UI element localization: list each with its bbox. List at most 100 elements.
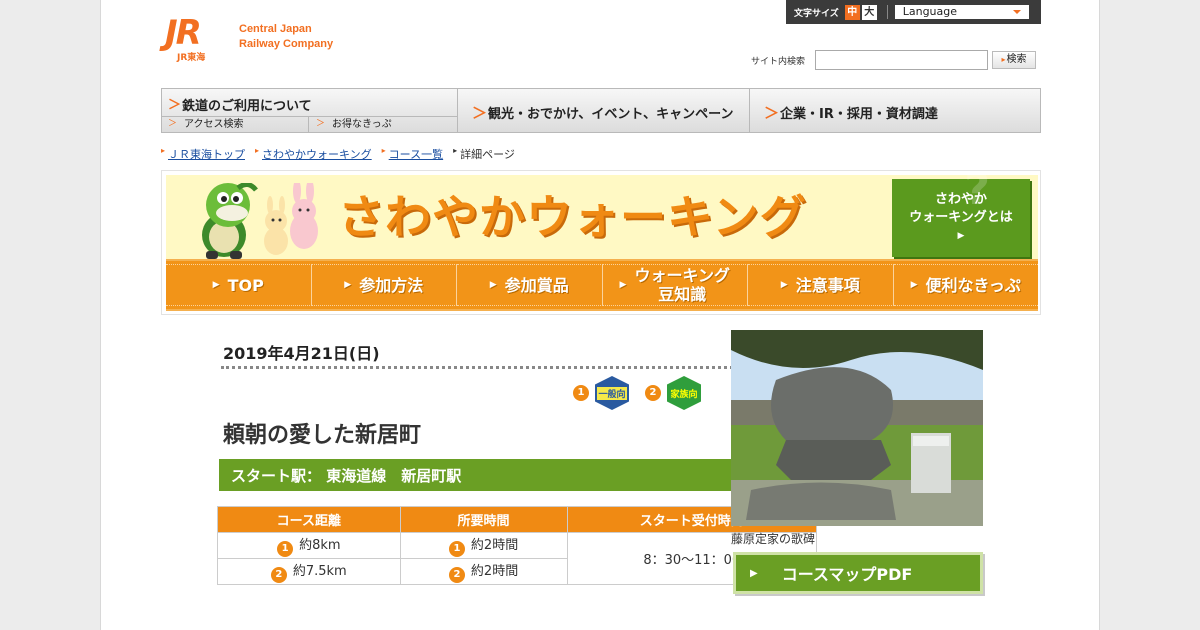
table-header-row: コース距離 所要時間 スタート受付時間 [217, 506, 818, 533]
about-walking-line1: さわやか [934, 192, 987, 207]
utility-bar: 文字サイズ 中 大 Language [786, 0, 1041, 24]
triangle-right-icon: ▶ [910, 279, 918, 290]
banner-title: さわやかウォーキング [338, 190, 807, 244]
course-title: 頼朝の愛した新居町 [223, 423, 422, 448]
divider [886, 5, 888, 19]
nav-rail: ＞ 鉄道のご利用について アクセス検索 お得なきっぷ [162, 89, 458, 132]
course-number-2: 2 [448, 567, 465, 583]
start-station: スタート駅： 東海道線 新居町駅 [219, 459, 815, 491]
dotted-divider [221, 366, 811, 369]
monument-photo [731, 330, 983, 526]
site-search-label: サイト内検索 [751, 56, 806, 67]
time-value: 約2時間 [470, 538, 519, 553]
arrow-icon: ＞ [472, 104, 488, 122]
event-date: 2019年4月21日(日) [223, 344, 380, 363]
search-button[interactable]: 検索 [992, 51, 1037, 69]
general-course-badge: 一般向 [595, 376, 629, 410]
about-walking-button[interactable]: ? さわやか ウォーキングとは ▶ [892, 164, 1030, 257]
table-row: 1 約8km 1 約2時間 8：30～11：00 [217, 532, 818, 585]
nav-corporate-label: 企業・IR・採用・資材調達 [780, 107, 938, 122]
nav-corporate[interactable]: ＞ 企業・IR・採用・資材調達 [750, 89, 1040, 132]
distance-value: 約8km [299, 538, 341, 553]
menu-prizes[interactable]: ▶ 参加賞品 [457, 264, 603, 306]
site-search: サイト内検索 検索 [751, 50, 1037, 70]
breadcrumb-link-walking[interactable]: さわやかウォーキング [262, 148, 372, 161]
question-mark-icon: ? [964, 164, 990, 215]
page: JR JR東海 Central Japan Railway Company 文字… [100, 0, 1100, 630]
menu-notes-label: 注意事項 [795, 275, 860, 295]
menu-top[interactable]: ▶ TOP [166, 264, 312, 306]
course-photo [731, 330, 983, 526]
menu-walking-tips-line1: ウォーキング [634, 266, 730, 285]
arrow-icon: ＞ [764, 104, 780, 122]
breadcrumb-link-course-list[interactable]: コース一覧 [389, 148, 443, 161]
course-badges: 1 一般向 2 家族向 [573, 376, 717, 410]
course-number-1: 1 [573, 385, 589, 401]
breadcrumb-item: さわやかウォーキング [255, 146, 372, 162]
triangle-right-icon: ▶ [750, 567, 758, 579]
global-nav: ＞ 鉄道のご利用について アクセス検索 お得なきっぷ ＞ 観光・おでかけ、イベン… [161, 88, 1041, 133]
nav-tourism-label: 観光・おでかけ、イベント、キャンペーン [488, 107, 734, 122]
breadcrumb-current: 詳細ページ [453, 146, 515, 162]
nav-access-search[interactable]: アクセス検索 [162, 117, 309, 132]
time-value: 約2時間 [470, 564, 519, 579]
nav-discount-tickets[interactable]: お得なきっぷ [310, 117, 458, 132]
company-name-line1: Central Japan [239, 23, 312, 35]
mascot-illustration [202, 183, 318, 259]
menu-tickets[interactable]: ▶ 便利なきっぷ [893, 264, 1038, 306]
family-course-badge-label: 家族向 [669, 386, 699, 400]
menu-notes[interactable]: ▶ 注意事項 [748, 264, 894, 306]
nav-rail-link[interactable]: ＞ 鉄道のご利用について [162, 89, 458, 117]
menu-prizes-label: 参加賞品 [504, 275, 569, 295]
walking-menu: ▶ TOP ▶ 参加方法 ▶ 参加賞品 ▶ ウォーキング 豆知識 ▶ 注意事項 ▶ 便利なきっ… [166, 259, 1038, 311]
font-size-label: 文字サイズ [794, 8, 839, 19]
course-map-pdf-button[interactable]: ▶ コースマップPDF [733, 552, 983, 594]
font-size-large-button[interactable]: 大 [861, 4, 877, 20]
nav-rail-label: 鉄道のご利用について [182, 99, 312, 114]
triangle-right-icon: ▶ [489, 279, 497, 290]
time-cell: 1 約2時間 [399, 532, 568, 559]
col-time: 所要時間 [399, 506, 568, 533]
course-map-pdf-label: コースマップPDF [781, 565, 913, 584]
time-cell: 2 約2時間 [399, 558, 568, 585]
font-size-medium-button[interactable]: 中 [844, 4, 860, 20]
course-number-2: 2 [270, 567, 287, 583]
triangle-right-icon: ▶ [619, 279, 627, 290]
course-number-2: 2 [645, 385, 661, 401]
search-input[interactable] [815, 50, 989, 70]
breadcrumb-item: コース一覧 [382, 146, 443, 162]
banner-header: さわやかウォーキング ? さわやか ウォーキングとは ▶ [166, 164, 1038, 259]
photo-caption: 藤原定家の歌碑 [731, 532, 816, 546]
breadcrumb-item: ＪＲ東海トップ [161, 146, 245, 162]
jr-logo-mark: JR [165, 13, 202, 53]
menu-walking-tips-line2: 豆知識 [658, 285, 707, 304]
menu-tickets-label: 便利なきっぷ [925, 275, 1021, 295]
menu-how-to-join-label: 参加方法 [359, 275, 424, 295]
triangle-right-icon: ▶ [780, 279, 788, 290]
family-course-badge: 家族向 [667, 376, 701, 410]
about-walking-line2: ウォーキングとは [909, 210, 1013, 225]
course-info-table: コース距離 所要時間 スタート受付時間 1 約8km 1 約2時間 8：30～11：… [217, 506, 818, 585]
menu-walking-tips[interactable]: ▶ ウォーキング 豆知識 [602, 264, 748, 306]
triangle-right-icon: ▶ [212, 279, 220, 290]
breadcrumb-link-jr-top[interactable]: ＪＲ東海トップ [168, 148, 245, 161]
general-course-badge-label: 一般向 [597, 386, 627, 400]
jr-central-logo[interactable]: JR JR東海 Central Japan Railway Company [165, 16, 355, 64]
arrow-icon: ＞ [168, 98, 182, 113]
breadcrumb: ＪＲ東海トップ さわやかウォーキング コース一覧 詳細ページ [161, 146, 525, 162]
menu-how-to-join[interactable]: ▶ 参加方法 [311, 264, 457, 306]
menu-top-label: TOP [227, 275, 264, 295]
language-select[interactable]: Language [894, 5, 1029, 19]
distance-cell: 2 約7.5km [217, 558, 401, 585]
distance-cell: 1 約8km [217, 532, 401, 559]
triangle-right-icon: ▶ [957, 231, 965, 241]
course-number-1: 1 [448, 541, 465, 557]
company-name: Central Japan Railway Company [239, 22, 333, 52]
jr-logo-sub: JR東海 [177, 53, 206, 63]
walking-banner: さわやかウォーキング ? さわやか ウォーキングとは ▶ ▶ TOP ▶ 参加方法 … [161, 164, 1041, 315]
distance-value: 約7.5km [292, 564, 347, 579]
triangle-right-icon: ▶ [344, 279, 352, 290]
col-distance: コース距離 [217, 506, 401, 533]
nav-tourism[interactable]: ＞ 観光・おでかけ、イベント、キャンペーン [458, 89, 750, 132]
company-name-line2: Railway Company [239, 38, 334, 50]
